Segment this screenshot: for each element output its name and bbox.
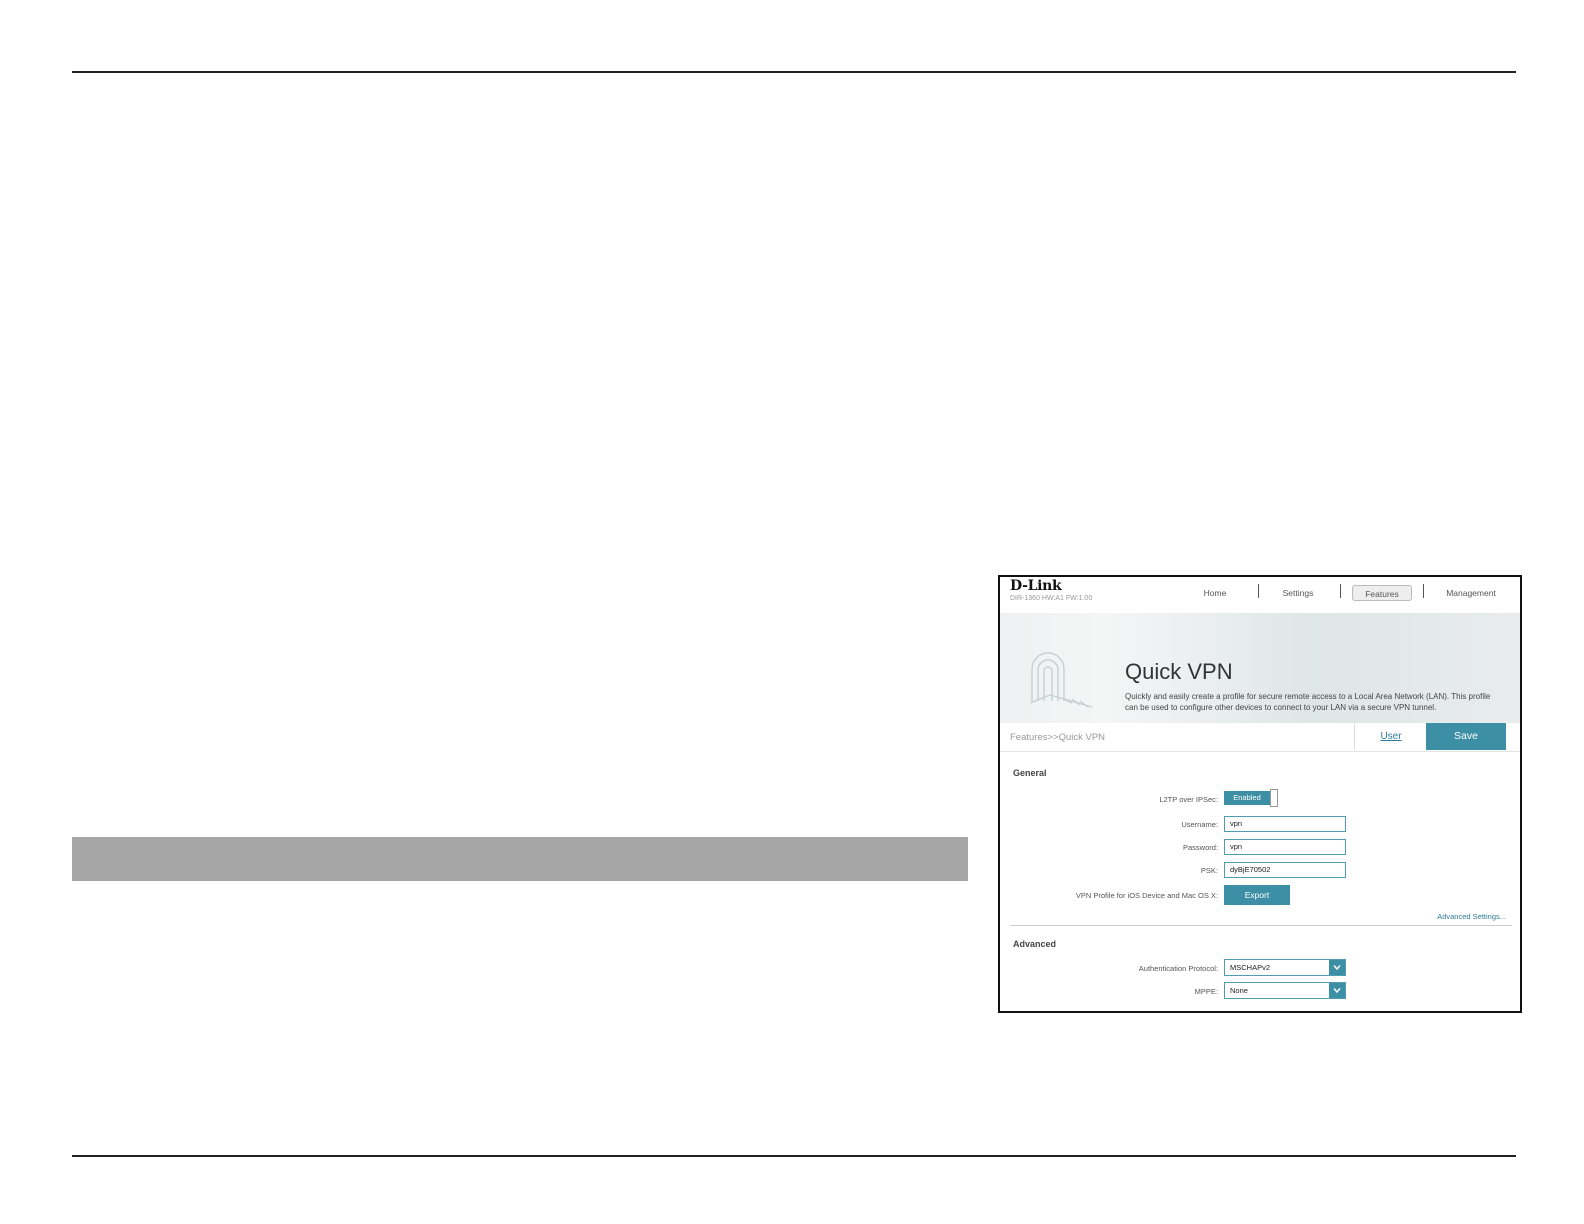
router-ui-screenshot: D-Link DIR-1360 HW:A1 FW:1.00 Home Setti…: [998, 575, 1522, 1013]
nav-separator: [1258, 584, 1259, 598]
username-label: Username:: [1181, 820, 1218, 829]
nav-separator: [1340, 584, 1341, 598]
nav-home[interactable]: Home: [1190, 585, 1240, 601]
breadcrumb-bar: Features>>Quick VPN User Save: [1000, 723, 1520, 752]
general-section-title: General: [1013, 768, 1047, 778]
section-header-bar: [72, 837, 968, 881]
l2tp-toggle[interactable]: Enabled: [1224, 789, 1278, 807]
vpn-tunnel-icon: [1029, 652, 1093, 708]
breadcrumb: Features>>Quick VPN: [1010, 732, 1106, 743]
top-navigation-bar: D-Link DIR-1360 HW:A1 FW:1.00 Home Setti…: [1000, 577, 1520, 614]
vpn-profile-label: VPN Profile for iOS Device and Mac OS X:: [1075, 891, 1218, 900]
auth-protocol-value: MSCHAPv2: [1230, 963, 1271, 972]
section-divider: [1010, 925, 1512, 926]
page-top-rule: [72, 71, 1516, 73]
user-button[interactable]: User: [1354, 723, 1427, 750]
auth-protocol-select[interactable]: MSCHAPv2: [1224, 959, 1346, 976]
mppe-label: MPPE:: [1194, 987, 1218, 996]
nav-features[interactable]: Features: [1352, 585, 1412, 601]
toggle-knob: [1270, 789, 1278, 807]
nav-separator: [1423, 584, 1424, 598]
advanced-section-title: Advanced: [1013, 939, 1057, 949]
psk-input[interactable]: dyBjE70502: [1224, 862, 1346, 878]
chevron-down-icon: [1329, 983, 1345, 998]
page-banner: Quick VPN Quickly and easily create a pr…: [1000, 613, 1520, 723]
password-label: Password:: [1182, 843, 1218, 852]
export-button[interactable]: Export: [1224, 885, 1290, 905]
page-title: Quick VPN: [1125, 659, 1233, 684]
password-input[interactable]: vpn: [1224, 839, 1346, 855]
mppe-value: None: [1230, 986, 1248, 995]
l2tp-label: L2TP over IPSec:: [1159, 795, 1218, 804]
model-info: DIR-1360 HW:A1 FW:1.00: [1010, 595, 1093, 602]
l2tp-toggle-state: Enabled: [1224, 791, 1270, 805]
username-input[interactable]: vpn: [1224, 816, 1346, 832]
mppe-select[interactable]: None: [1224, 982, 1346, 999]
page-description: Quickly and easily create a profile for …: [1125, 692, 1491, 712]
save-button[interactable]: Save: [1426, 723, 1506, 750]
chevron-down-icon: [1329, 960, 1345, 975]
nav-management[interactable]: Management: [1436, 585, 1506, 601]
auth-protocol-label: Authentication Protocol:: [1138, 964, 1218, 973]
psk-label: PSK:: [1200, 866, 1218, 875]
dlink-logo: D-Link: [1010, 578, 1062, 594]
advanced-settings-link[interactable]: Advanced Settings...: [1437, 912, 1506, 921]
nav-settings[interactable]: Settings: [1272, 585, 1324, 601]
page-bottom-rule: [72, 1155, 1516, 1157]
